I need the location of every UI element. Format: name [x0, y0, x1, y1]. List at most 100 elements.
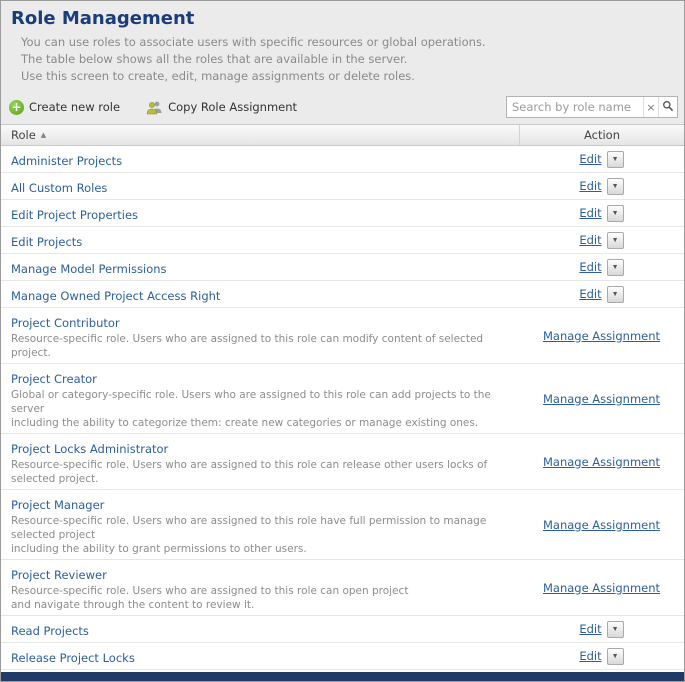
edit-link[interactable]: Edit	[579, 179, 601, 193]
table-row: Project Contributor Resource-specific ro…	[1, 308, 684, 364]
search-clear-button[interactable]: ×	[643, 97, 658, 117]
role-description: Resource-specific role. Users who are as…	[11, 458, 514, 486]
table-row: Administer Projects Edit ▼	[1, 146, 684, 173]
create-new-role-button[interactable]: + Create new role	[9, 100, 120, 115]
role-name-link[interactable]: Project Locks Administrator	[11, 442, 168, 456]
edit-link[interactable]: Edit	[579, 260, 601, 274]
edit-link[interactable]: Edit	[579, 622, 601, 636]
edit-dropdown-button[interactable]: ▼	[607, 151, 624, 168]
manage-assignment-link[interactable]: Manage Assignment	[543, 518, 660, 532]
chevron-down-icon: ▼	[612, 156, 619, 163]
edit-action-group: Edit ▼	[579, 151, 623, 168]
role-name-link[interactable]: Project Manager	[11, 498, 104, 512]
table-row: Manage Model Permissions Edit ▼	[1, 254, 684, 281]
copy-role-assignment-icon	[146, 100, 163, 115]
role-name-link[interactable]: Release Project Locks	[11, 651, 135, 665]
column-header-role[interactable]: Role ▲	[1, 125, 519, 145]
page-description-line-2: The table below shows all the roles that…	[21, 51, 674, 68]
role-name-link[interactable]: Manage Owned Project Access Right	[11, 289, 220, 303]
action-cell: Edit ▼	[519, 254, 684, 280]
edit-action-group: Edit ▼	[579, 621, 623, 638]
chevron-down-icon: ▼	[612, 210, 619, 217]
action-cell: Edit ▼	[519, 643, 684, 669]
role-cell: Project Locks Administrator Resource-spe…	[1, 434, 519, 489]
edit-dropdown-button[interactable]: ▼	[607, 205, 624, 222]
close-icon: ×	[646, 101, 655, 114]
edit-dropdown-button[interactable]: ▼	[607, 648, 624, 665]
role-name-link[interactable]: Project Contributor	[11, 316, 120, 330]
chevron-down-icon: ▼	[612, 626, 619, 633]
search-icon	[662, 100, 674, 115]
edit-action-group: Edit ▼	[579, 259, 623, 276]
page-description-line-3: Use this screen to create, edit, manage …	[21, 68, 674, 85]
toolbar: + Create new role Copy Role Assignment ×	[1, 91, 684, 124]
role-cell: Project Contributor Resource-specific ro…	[1, 308, 519, 363]
page-title: Role Management	[1, 1, 684, 32]
action-cell: Edit ▼	[519, 200, 684, 226]
column-header-action-label: Action	[584, 128, 620, 142]
chevron-down-icon: ▼	[612, 183, 619, 190]
role-name-link[interactable]: Manage Model Permissions	[11, 262, 167, 276]
role-description: Global or category-specific role. Users …	[11, 388, 514, 430]
table-row: Manage Owned Project Access Right Edit ▼	[1, 281, 684, 308]
role-name-link[interactable]: All Custom Roles	[11, 181, 107, 195]
table-row: Project Manager Resource-specific role. …	[1, 490, 684, 560]
chevron-down-icon: ▼	[612, 653, 619, 660]
page-description: You can use roles to associate users wit…	[1, 32, 684, 91]
search-input[interactable]	[507, 97, 643, 117]
edit-action-group: Edit ▼	[579, 178, 623, 195]
sort-ascending-icon: ▲	[41, 131, 46, 139]
edit-action-group: Edit ▼	[579, 232, 623, 249]
chevron-down-icon: ▼	[612, 291, 619, 298]
manage-assignment-link[interactable]: Manage Assignment	[543, 329, 660, 343]
edit-action-group: Edit ▼	[579, 648, 623, 665]
role-cell: Project Reviewer Resource-specific role.…	[1, 560, 519, 615]
chevron-down-icon: ▼	[612, 237, 619, 244]
edit-action-group: Edit ▼	[579, 286, 623, 303]
role-name-link[interactable]: Edit Project Properties	[11, 208, 138, 222]
action-cell: Edit ▼	[519, 146, 684, 172]
role-cell: Edit Projects	[1, 227, 519, 253]
role-name-link[interactable]: Administer Projects	[11, 154, 122, 168]
role-cell: Project Creator Global or category-speci…	[1, 364, 519, 433]
edit-link[interactable]: Edit	[579, 233, 601, 247]
action-cell: Manage Assignment	[519, 364, 684, 433]
copy-role-assignment-button[interactable]: Copy Role Assignment	[146, 100, 297, 115]
edit-dropdown-button[interactable]: ▼	[607, 621, 624, 638]
role-description: Resource-specific role. Users who are as…	[11, 514, 514, 556]
role-name-link[interactable]: Read Projects	[11, 624, 89, 638]
edit-dropdown-button[interactable]: ▼	[607, 286, 624, 303]
role-cell: Edit Project Properties	[1, 200, 519, 226]
role-table-body: Administer Projects Edit ▼ All Custom Ro…	[1, 146, 684, 672]
role-cell: Manage Model Permissions	[1, 254, 519, 280]
edit-link[interactable]: Edit	[579, 206, 601, 220]
action-cell: Edit ▼	[519, 227, 684, 253]
action-cell: Edit ▼	[519, 281, 684, 307]
edit-link[interactable]: Edit	[579, 152, 601, 166]
chevron-down-icon: ▼	[612, 264, 619, 271]
column-header-action[interactable]: Action	[519, 125, 684, 145]
footer-bar	[1, 672, 684, 681]
role-name-link[interactable]: Project Reviewer	[11, 568, 107, 582]
action-cell: Edit ▼	[519, 173, 684, 199]
role-name-link[interactable]: Edit Projects	[11, 235, 82, 249]
manage-assignment-link[interactable]: Manage Assignment	[543, 392, 660, 406]
edit-action-group: Edit ▼	[579, 205, 623, 222]
role-name-link[interactable]: Project Creator	[11, 372, 97, 386]
page-description-line-1: You can use roles to associate users wit…	[21, 34, 674, 51]
edit-dropdown-button[interactable]: ▼	[607, 259, 624, 276]
search-button[interactable]	[658, 97, 677, 117]
column-header-role-label: Role	[11, 128, 36, 142]
role-management-page: Role Management You can use roles to ass…	[0, 0, 685, 682]
edit-dropdown-button[interactable]: ▼	[607, 178, 624, 195]
edit-dropdown-button[interactable]: ▼	[607, 232, 624, 249]
edit-link[interactable]: Edit	[579, 287, 601, 301]
table-header-row: Role ▲ Action	[1, 124, 684, 146]
table-row: Edit Project Properties Edit ▼	[1, 200, 684, 227]
table-row: Project Locks Administrator Resource-spe…	[1, 434, 684, 490]
manage-assignment-link[interactable]: Manage Assignment	[543, 581, 660, 595]
edit-link[interactable]: Edit	[579, 649, 601, 663]
table-row: Read Projects Edit ▼	[1, 616, 684, 643]
manage-assignment-link[interactable]: Manage Assignment	[543, 455, 660, 469]
role-cell: Release Project Locks	[1, 643, 519, 669]
